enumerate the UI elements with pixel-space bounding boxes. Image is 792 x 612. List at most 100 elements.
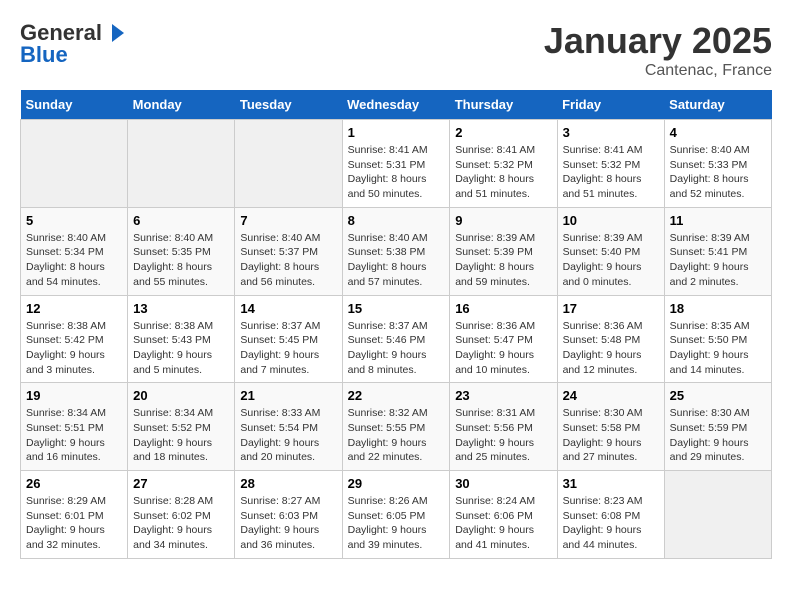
calendar-cell: 9 Sunrise: 8:39 AM Sunset: 5:39 PM Daylig… xyxy=(450,207,557,295)
day-number: 17 xyxy=(563,301,659,316)
calendar-cell: 16 Sunrise: 8:36 AM Sunset: 5:47 PM Dayli… xyxy=(450,295,557,383)
calendar-week-1: 1Sunrise: 8:41 AM Sunset: 5:31 PM Daylig… xyxy=(21,120,772,208)
day-number: 22 xyxy=(348,388,445,403)
calendar-cell: 23 Sunrise: 8:31 AM Sunset: 5:56 PM Dayli… xyxy=(450,383,557,471)
day-number: 14 xyxy=(240,301,336,316)
day-number: 24 xyxy=(563,388,659,403)
day-info: Sunrise: 8:40 AM Sunset: 5:34 PM Dayligh… xyxy=(26,231,122,290)
day-info: Sunrise: 8:36 AM Sunset: 5:48 PM Dayligh… xyxy=(563,319,659,378)
day-number: 6 xyxy=(133,213,229,228)
day-info: Sunrise: 8:38 AM Sunset: 5:43 PM Dayligh… xyxy=(133,319,229,378)
calendar-cell: 28Sunrise: 8:27 AM Sunset: 6:03 PM Dayli… xyxy=(235,471,342,559)
day-info: Sunrise: 8:34 AM Sunset: 5:52 PM Dayligh… xyxy=(133,406,229,465)
day-number: 25 xyxy=(670,388,766,403)
calendar-week-2: 5 Sunrise: 8:40 AM Sunset: 5:34 PM Daylig… xyxy=(21,207,772,295)
calendar-cell: 22Sunrise: 8:32 AM Sunset: 5:55 PM Dayli… xyxy=(342,383,450,471)
logo-blue-text: Blue xyxy=(20,42,68,68)
calendar-cell: 1Sunrise: 8:41 AM Sunset: 5:31 PM Daylig… xyxy=(342,120,450,208)
calendar-cell: 12Sunrise: 8:38 AM Sunset: 5:42 PM Dayli… xyxy=(21,295,128,383)
page-header: General Blue January 2025 Cantenac, Fran… xyxy=(20,20,772,80)
day-number: 8 xyxy=(348,213,445,228)
calendar-body: 1Sunrise: 8:41 AM Sunset: 5:31 PM Daylig… xyxy=(21,120,772,559)
day-info: Sunrise: 8:39 AM Sunset: 5:41 PM Dayligh… xyxy=(670,231,766,290)
day-info: Sunrise: 8:35 AM Sunset: 5:50 PM Dayligh… xyxy=(670,319,766,378)
day-info: Sunrise: 8:39 AM Sunset: 5:39 PM Dayligh… xyxy=(455,231,551,290)
calendar-cell: 19 Sunrise: 8:34 AM Sunset: 5:51 PM Dayli… xyxy=(21,383,128,471)
calendar-header-sunday: Sunday xyxy=(21,90,128,120)
calendar-week-4: 19 Sunrise: 8:34 AM Sunset: 5:51 PM Dayli… xyxy=(21,383,772,471)
calendar-header-friday: Friday xyxy=(557,90,664,120)
calendar-header-wednesday: Wednesday xyxy=(342,90,450,120)
logo-icon xyxy=(104,22,126,44)
calendar-cell: 10 Sunrise: 8:39 AM Sunset: 5:40 PM Dayli… xyxy=(557,207,664,295)
title-block: January 2025 Cantenac, France xyxy=(544,20,772,80)
day-number: 23 xyxy=(455,388,551,403)
calendar-cell: 17 Sunrise: 8:36 AM Sunset: 5:48 PM Dayli… xyxy=(557,295,664,383)
day-info: Sunrise: 8:28 AM Sunset: 6:02 PM Dayligh… xyxy=(133,494,229,553)
page-title: January 2025 xyxy=(544,20,772,62)
calendar-cell: 5 Sunrise: 8:40 AM Sunset: 5:34 PM Daylig… xyxy=(21,207,128,295)
calendar-cell: 14 Sunrise: 8:37 AM Sunset: 5:45 PM Dayli… xyxy=(235,295,342,383)
calendar-cell: 27 Sunrise: 8:28 AM Sunset: 6:02 PM Dayli… xyxy=(128,471,235,559)
day-info: Sunrise: 8:41 AM Sunset: 5:32 PM Dayligh… xyxy=(563,143,659,202)
day-number: 28 xyxy=(240,476,336,491)
day-info: Sunrise: 8:36 AM Sunset: 5:47 PM Dayligh… xyxy=(455,319,551,378)
day-info: Sunrise: 8:39 AM Sunset: 5:40 PM Dayligh… xyxy=(563,231,659,290)
calendar-week-3: 12Sunrise: 8:38 AM Sunset: 5:42 PM Dayli… xyxy=(21,295,772,383)
day-info: Sunrise: 8:31 AM Sunset: 5:56 PM Dayligh… xyxy=(455,406,551,465)
page-subtitle: Cantenac, France xyxy=(544,62,772,80)
day-info: Sunrise: 8:23 AM Sunset: 6:08 PM Dayligh… xyxy=(563,494,659,553)
day-number: 9 xyxy=(455,213,551,228)
calendar-cell: 3 Sunrise: 8:41 AM Sunset: 5:32 PM Daylig… xyxy=(557,120,664,208)
calendar-header-monday: Monday xyxy=(128,90,235,120)
day-number: 18 xyxy=(670,301,766,316)
logo: General Blue xyxy=(20,20,126,68)
calendar-cell: 31Sunrise: 8:23 AM Sunset: 6:08 PM Dayli… xyxy=(557,471,664,559)
calendar-table: SundayMondayTuesdayWednesdayThursdayFrid… xyxy=(20,90,772,559)
day-number: 21 xyxy=(240,388,336,403)
calendar-cell: 30 Sunrise: 8:24 AM Sunset: 6:06 PM Dayli… xyxy=(450,471,557,559)
day-number: 3 xyxy=(563,125,659,140)
calendar-cell: 20Sunrise: 8:34 AM Sunset: 5:52 PM Dayli… xyxy=(128,383,235,471)
calendar-cell: 2Sunrise: 8:41 AM Sunset: 5:32 PM Daylig… xyxy=(450,120,557,208)
calendar-cell: 6 Sunrise: 8:40 AM Sunset: 5:35 PM Daylig… xyxy=(128,207,235,295)
calendar-cell: 7 Sunrise: 8:40 AM Sunset: 5:37 PM Daylig… xyxy=(235,207,342,295)
day-info: Sunrise: 8:30 AM Sunset: 5:59 PM Dayligh… xyxy=(670,406,766,465)
calendar-cell: 13Sunrise: 8:38 AM Sunset: 5:43 PM Dayli… xyxy=(128,295,235,383)
calendar-week-5: 26 Sunrise: 8:29 AM Sunset: 6:01 PM Dayli… xyxy=(21,471,772,559)
calendar-cell: 21 Sunrise: 8:33 AM Sunset: 5:54 PM Dayli… xyxy=(235,383,342,471)
day-number: 30 xyxy=(455,476,551,491)
day-info: Sunrise: 8:40 AM Sunset: 5:33 PM Dayligh… xyxy=(670,143,766,202)
calendar-header-row: SundayMondayTuesdayWednesdayThursdayFrid… xyxy=(21,90,772,120)
day-number: 16 xyxy=(455,301,551,316)
day-number: 10 xyxy=(563,213,659,228)
day-info: Sunrise: 8:29 AM Sunset: 6:01 PM Dayligh… xyxy=(26,494,122,553)
day-info: Sunrise: 8:40 AM Sunset: 5:35 PM Dayligh… xyxy=(133,231,229,290)
day-number: 27 xyxy=(133,476,229,491)
day-info: Sunrise: 8:26 AM Sunset: 6:05 PM Dayligh… xyxy=(348,494,445,553)
day-info: Sunrise: 8:40 AM Sunset: 5:37 PM Dayligh… xyxy=(240,231,336,290)
day-number: 4 xyxy=(670,125,766,140)
calendar-cell: 15Sunrise: 8:37 AM Sunset: 5:46 PM Dayli… xyxy=(342,295,450,383)
day-number: 7 xyxy=(240,213,336,228)
calendar-cell: 18 Sunrise: 8:35 AM Sunset: 5:50 PM Dayli… xyxy=(664,295,771,383)
calendar-cell: 26 Sunrise: 8:29 AM Sunset: 6:01 PM Dayli… xyxy=(21,471,128,559)
day-number: 19 xyxy=(26,388,122,403)
day-number: 2 xyxy=(455,125,551,140)
day-info: Sunrise: 8:33 AM Sunset: 5:54 PM Dayligh… xyxy=(240,406,336,465)
calendar-cell: 29 Sunrise: 8:26 AM Sunset: 6:05 PM Dayli… xyxy=(342,471,450,559)
day-info: Sunrise: 8:37 AM Sunset: 5:45 PM Dayligh… xyxy=(240,319,336,378)
day-info: Sunrise: 8:37 AM Sunset: 5:46 PM Dayligh… xyxy=(348,319,445,378)
calendar-header-thursday: Thursday xyxy=(450,90,557,120)
day-number: 26 xyxy=(26,476,122,491)
day-number: 29 xyxy=(348,476,445,491)
calendar-cell xyxy=(664,471,771,559)
calendar-cell: 24 Sunrise: 8:30 AM Sunset: 5:58 PM Dayli… xyxy=(557,383,664,471)
day-info: Sunrise: 8:30 AM Sunset: 5:58 PM Dayligh… xyxy=(563,406,659,465)
calendar-cell: 4 Sunrise: 8:40 AM Sunset: 5:33 PM Daylig… xyxy=(664,120,771,208)
calendar-cell xyxy=(235,120,342,208)
day-info: Sunrise: 8:40 AM Sunset: 5:38 PM Dayligh… xyxy=(348,231,445,290)
day-info: Sunrise: 8:24 AM Sunset: 6:06 PM Dayligh… xyxy=(455,494,551,553)
day-info: Sunrise: 8:34 AM Sunset: 5:51 PM Dayligh… xyxy=(26,406,122,465)
day-number: 5 xyxy=(26,213,122,228)
